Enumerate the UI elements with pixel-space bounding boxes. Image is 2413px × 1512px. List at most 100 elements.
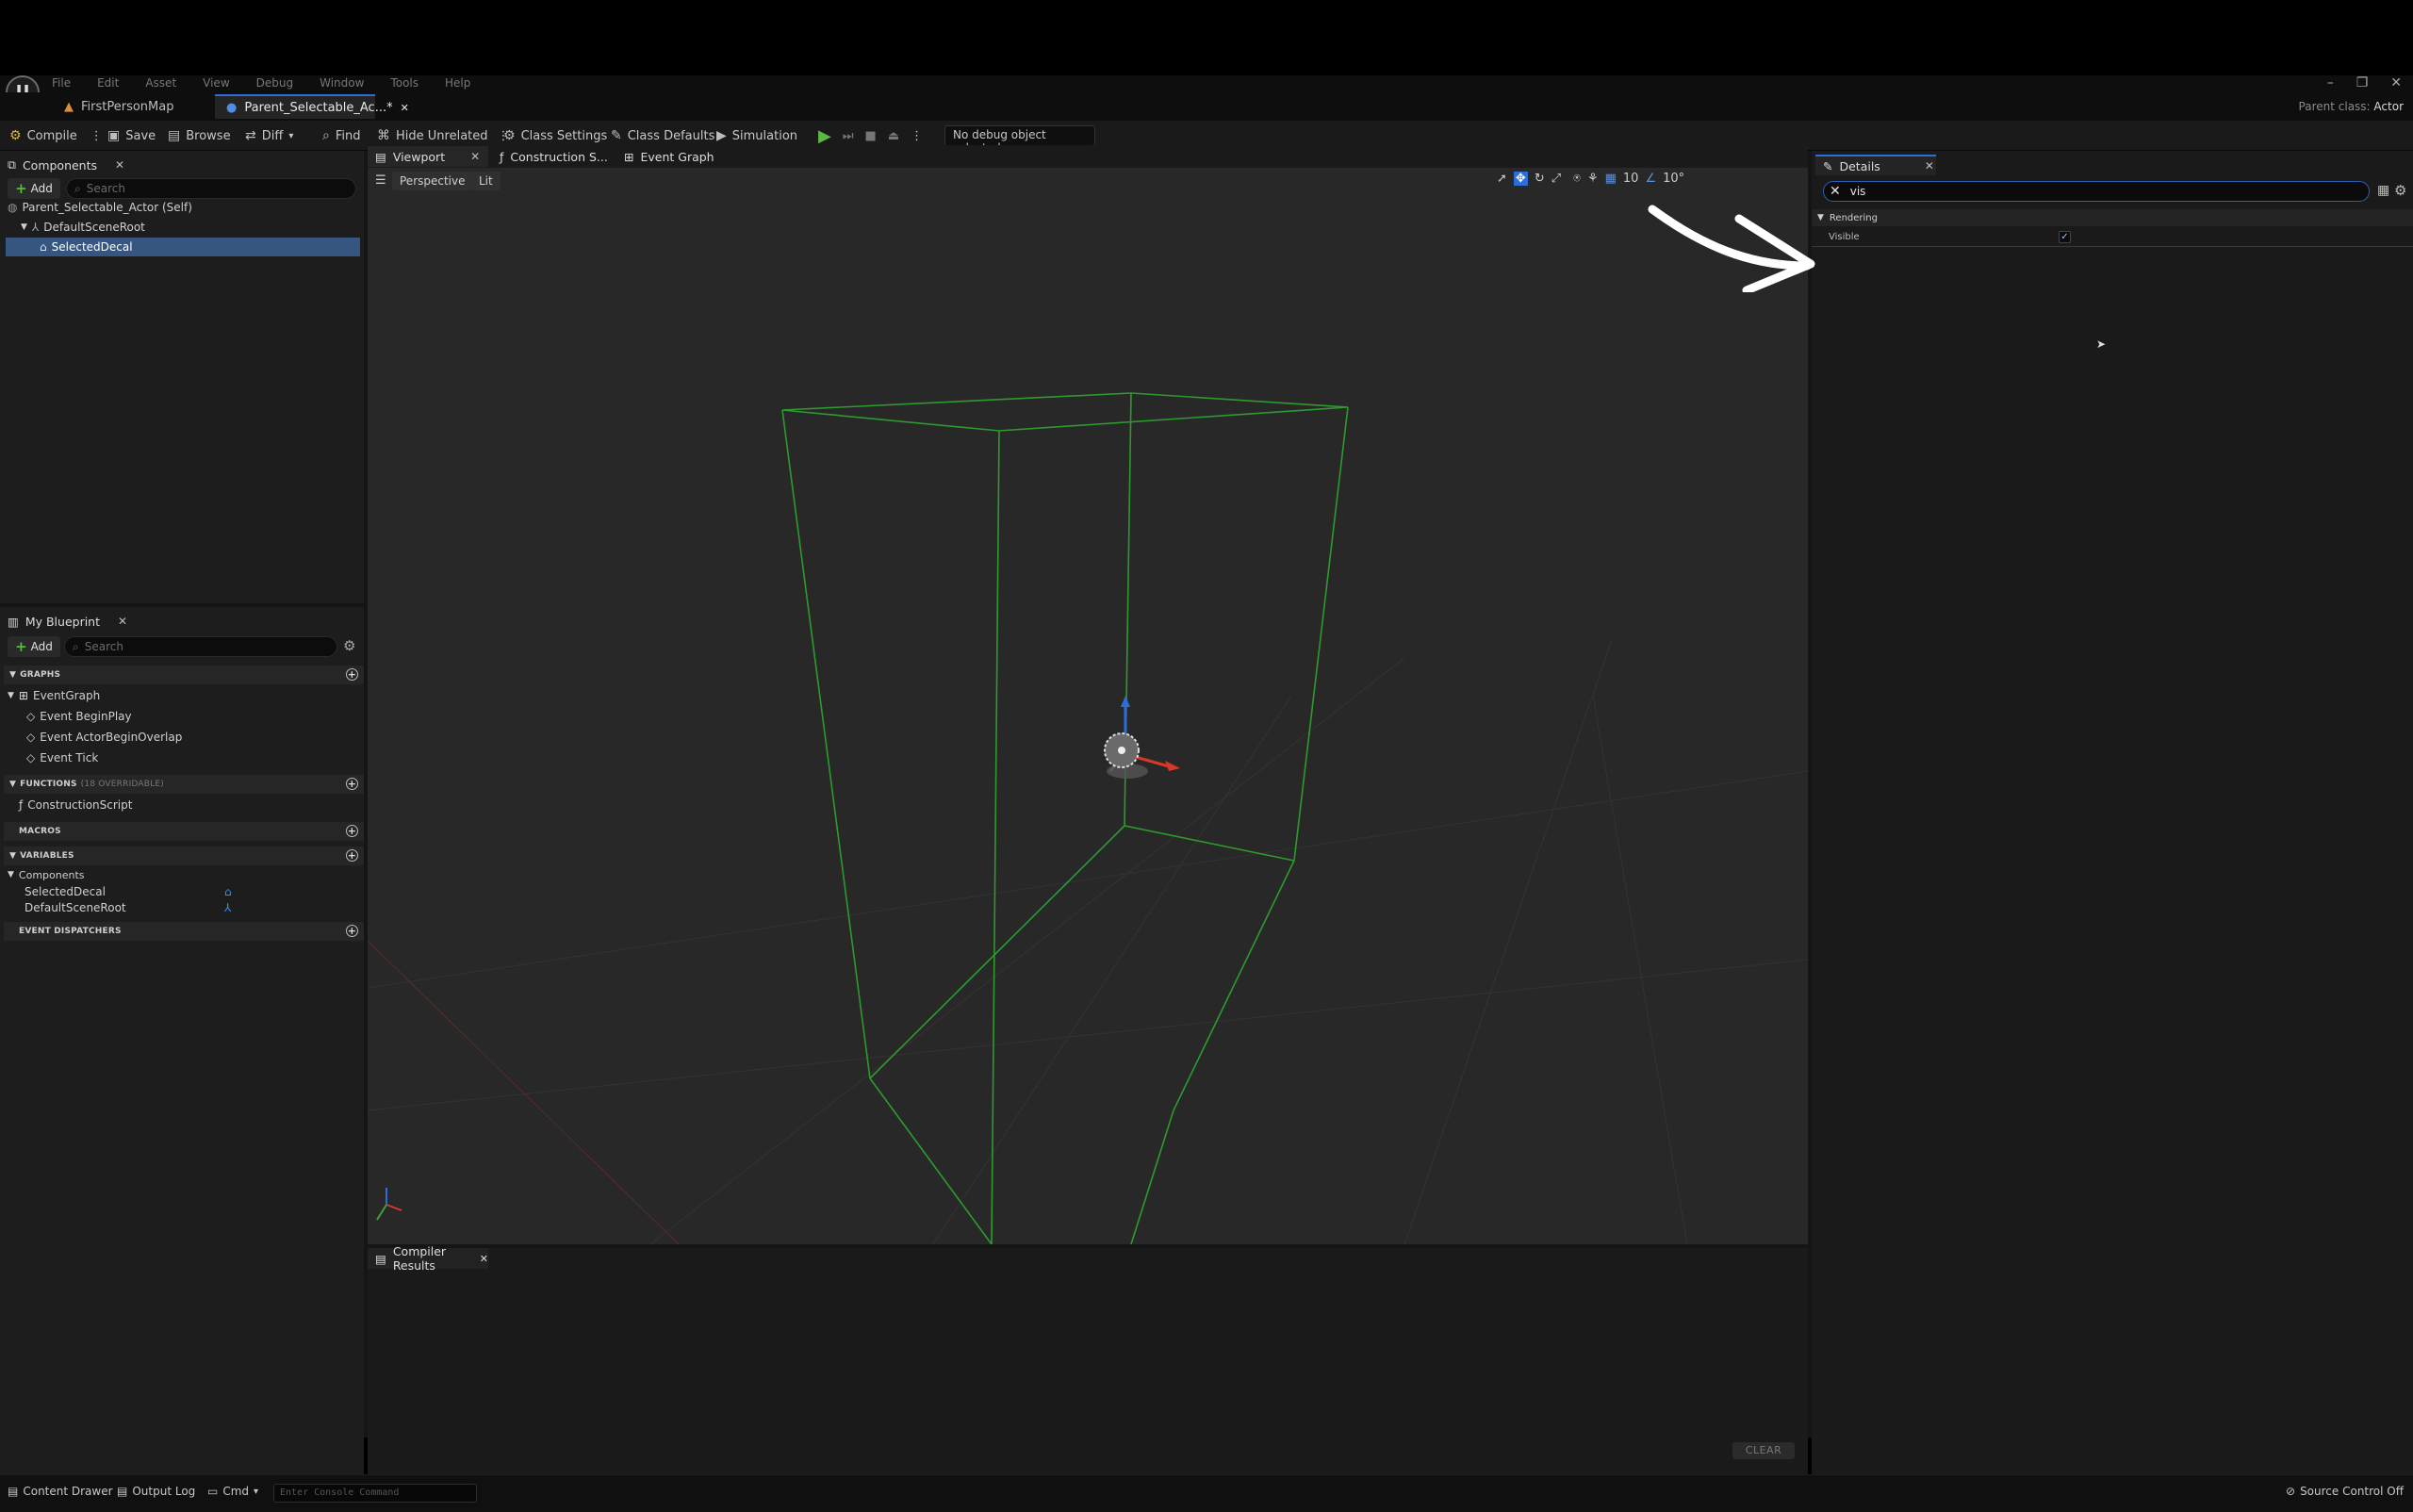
menu-help[interactable]: Help [445, 76, 470, 90]
maximize-icon[interactable]: ❐ [2356, 75, 2369, 90]
event-dispatchers-section-header[interactable]: EVENT DISPATCHERS + [4, 922, 364, 941]
class-settings-button[interactable]: ⚙ Class Settings [500, 126, 611, 145]
close-tab-icon[interactable]: ✕ [470, 150, 480, 163]
content-drawer-button[interactable]: ▤ Content Drawer [8, 1485, 113, 1498]
tree-item-selected-decal[interactable]: ⌂ SelectedDecal [6, 238, 360, 256]
menu-view[interactable]: View [203, 76, 229, 90]
output-log-button[interactable]: ▤ Output Log [117, 1485, 195, 1498]
menu-debug[interactable]: Debug [256, 76, 293, 90]
close-window-icon[interactable]: ✕ [2390, 75, 2402, 90]
add-event-dispatcher-icon[interactable]: + [346, 925, 358, 937]
find-button[interactable]: ⌕ Find [319, 126, 364, 145]
details-search-input[interactable]: ✕ vis [1823, 181, 2370, 202]
variable-default-scene-root[interactable]: DefaultSceneRoot ⅄ [25, 898, 241, 917]
diff-button[interactable]: ⇄ Diff ▾ [241, 126, 297, 145]
event-tick-item[interactable]: ◇ Event Tick [26, 748, 98, 767]
surface-snap-icon[interactable]: ⚘ [1587, 172, 1599, 186]
play-icon[interactable]: ▶ [818, 126, 831, 146]
browse-button[interactable]: ▤ Browse [164, 126, 235, 145]
construction-script-item[interactable]: ƒ ConstructionScript [19, 796, 132, 814]
settings-gear-icon[interactable]: ⚙ [2394, 182, 2406, 199]
functions-section-header[interactable]: ▼ FUNCTIONS (18 OVERRIDABLE) + [4, 775, 364, 794]
source-control-button[interactable]: ⊘ Source Control Off [2286, 1485, 2404, 1498]
compile-button[interactable]: ⚙ Compile ⋮ [6, 126, 107, 145]
add-component-button[interactable]: + Add [8, 178, 60, 199]
graphs-section-header[interactable]: ▼ GRAPHS + [4, 666, 364, 684]
scale-tool-icon[interactable]: ⤢ [1551, 172, 1561, 186]
compiler-results-tab[interactable]: ▤ Compiler Results ✕ [368, 1244, 488, 1273]
add-member-button[interactable]: + Add [8, 636, 60, 657]
hide-unrelated-button[interactable]: ⌘ Hide Unrelated ⋮ [373, 126, 514, 145]
my-blueprint-tab[interactable]: ▥ My Blueprint ✕ [0, 611, 127, 632]
eject-icon[interactable]: ⏏ [888, 129, 899, 143]
window-controls: – ❐ ✕ [2327, 75, 2402, 90]
select-tool-icon[interactable]: ➚ [1497, 172, 1507, 186]
perspective-button[interactable]: Perspective [392, 172, 473, 190]
rotation-snap-value[interactable]: 10° [1663, 172, 1684, 186]
grid-snap-value[interactable]: 10 [1623, 172, 1639, 186]
tab-event-graph[interactable]: ⊞ Event Graph [616, 146, 714, 167]
tab-label: FirstPersonMap [81, 99, 174, 114]
menu-tools[interactable]: Tools [390, 76, 419, 90]
event-actorbeginoverlap-item[interactable]: ◇ Event ActorBeginOverlap [26, 728, 182, 747]
world-local-icon[interactable]: ⍟ [1573, 172, 1581, 186]
viewport-menu-icon[interactable]: ☰ [375, 173, 386, 188]
components-search-input[interactable]: ⌕ Search [66, 178, 356, 199]
rotation-snap-icon[interactable]: ∠ [1645, 172, 1656, 186]
viewport[interactable]: ☰ Perspective Lit ➚ ✥ ↻ ⤢ ⍟ ⚘ ▦ 10 ∠ 10° [368, 168, 1808, 1244]
parent-class-value[interactable]: Actor [2373, 100, 2404, 113]
menu-file[interactable]: File [52, 76, 71, 90]
tree-item-default-scene-root[interactable]: ▼ ⅄ DefaultSceneRoot [21, 218, 360, 237]
my-blueprint-tab-label: My Blueprint [25, 614, 100, 629]
tree-item-self[interactable]: ◍ Parent_Selectable_Actor (Self) [8, 198, 360, 217]
scene-component-icon: ⅄ [31, 221, 40, 234]
cmd-select[interactable]: ▭ Cmd ▾ [207, 1485, 258, 1498]
minimize-icon[interactable]: – [2327, 75, 2334, 90]
more-options-icon[interactable]: ⋮ [911, 129, 923, 143]
event-beginplay-item[interactable]: ◇ Event BeginPlay [26, 707, 132, 726]
event-graph-item[interactable]: ▼ ⊞ EventGraph [8, 686, 100, 705]
menu-asset[interactable]: Asset [145, 76, 176, 90]
console-command-input[interactable]: Enter Console Command [273, 1484, 477, 1503]
settings-gear-icon[interactable]: ⚙ [343, 637, 355, 654]
menu-window[interactable]: Window [320, 76, 364, 90]
variables-section-header[interactable]: ▼ VARIABLES + [4, 846, 364, 865]
tab-construction-script[interactable]: ƒ Construction S... [492, 146, 608, 167]
tab-firstpersonmap[interactable]: ▲ FirstPersonMap [53, 94, 185, 119]
event-graph-tab-label: Event Graph [640, 149, 714, 164]
add-function-icon[interactable]: + [346, 778, 358, 790]
clear-search-icon[interactable]: ✕ [1830, 184, 1841, 199]
tab-viewport[interactable]: ▤ Viewport ✕ [368, 146, 488, 167]
class-defaults-button[interactable]: ✎ Class Defaults [607, 126, 718, 145]
simulation-button[interactable]: ▶ Simulation [713, 126, 801, 145]
save-button[interactable]: ▣ Save [104, 126, 159, 145]
close-tab-icon[interactable]: ✕ [480, 1253, 488, 1265]
lit-button[interactable]: Lit [471, 172, 501, 190]
visible-checkbox[interactable]: ✓ [2059, 231, 2071, 243]
debug-object-select[interactable]: No debug object selected ▾ [944, 125, 1095, 155]
move-tool-icon[interactable]: ✥ [1513, 172, 1528, 186]
menu-edit[interactable]: Edit [97, 76, 119, 90]
rendering-section-header[interactable]: ▼ Rendering [1812, 209, 2413, 226]
components-variable-group[interactable]: ▼ Components [8, 865, 85, 884]
close-tab-icon[interactable]: ✕ [1925, 159, 1934, 173]
property-matrix-icon[interactable]: ▦ [2377, 183, 2389, 198]
macros-section-header[interactable]: MACROS + [4, 822, 364, 841]
add-macro-icon[interactable]: + [346, 825, 358, 837]
stop-icon[interactable]: ■ [865, 129, 877, 143]
add-graph-icon[interactable]: + [346, 668, 358, 681]
my-blueprint-search-input[interactable]: ⌕ Search [64, 636, 337, 657]
transform-gizmo[interactable] [1104, 696, 1180, 779]
step-icon[interactable]: ⏭ [843, 129, 854, 143]
close-tab-icon[interactable]: ✕ [118, 615, 127, 628]
clear-button[interactable]: CLEAR [1732, 1442, 1795, 1459]
components-tab[interactable]: ⧉ Components ✕ [0, 155, 124, 175]
details-tab[interactable]: ✎ Details ✕ [1815, 155, 1936, 175]
close-tab-icon[interactable]: ✕ [115, 158, 124, 172]
more-options-icon[interactable]: ⋮ [90, 129, 103, 143]
tab-parent-selectable-actor[interactable]: ● Parent_Selectable_Ac...* ✕ [215, 94, 409, 119]
add-variable-icon[interactable]: + [346, 849, 358, 862]
grid-snap-icon[interactable]: ▦ [1605, 172, 1617, 186]
rotate-tool-icon[interactable]: ↻ [1535, 172, 1545, 186]
close-tab-icon[interactable]: ✕ [401, 102, 409, 114]
